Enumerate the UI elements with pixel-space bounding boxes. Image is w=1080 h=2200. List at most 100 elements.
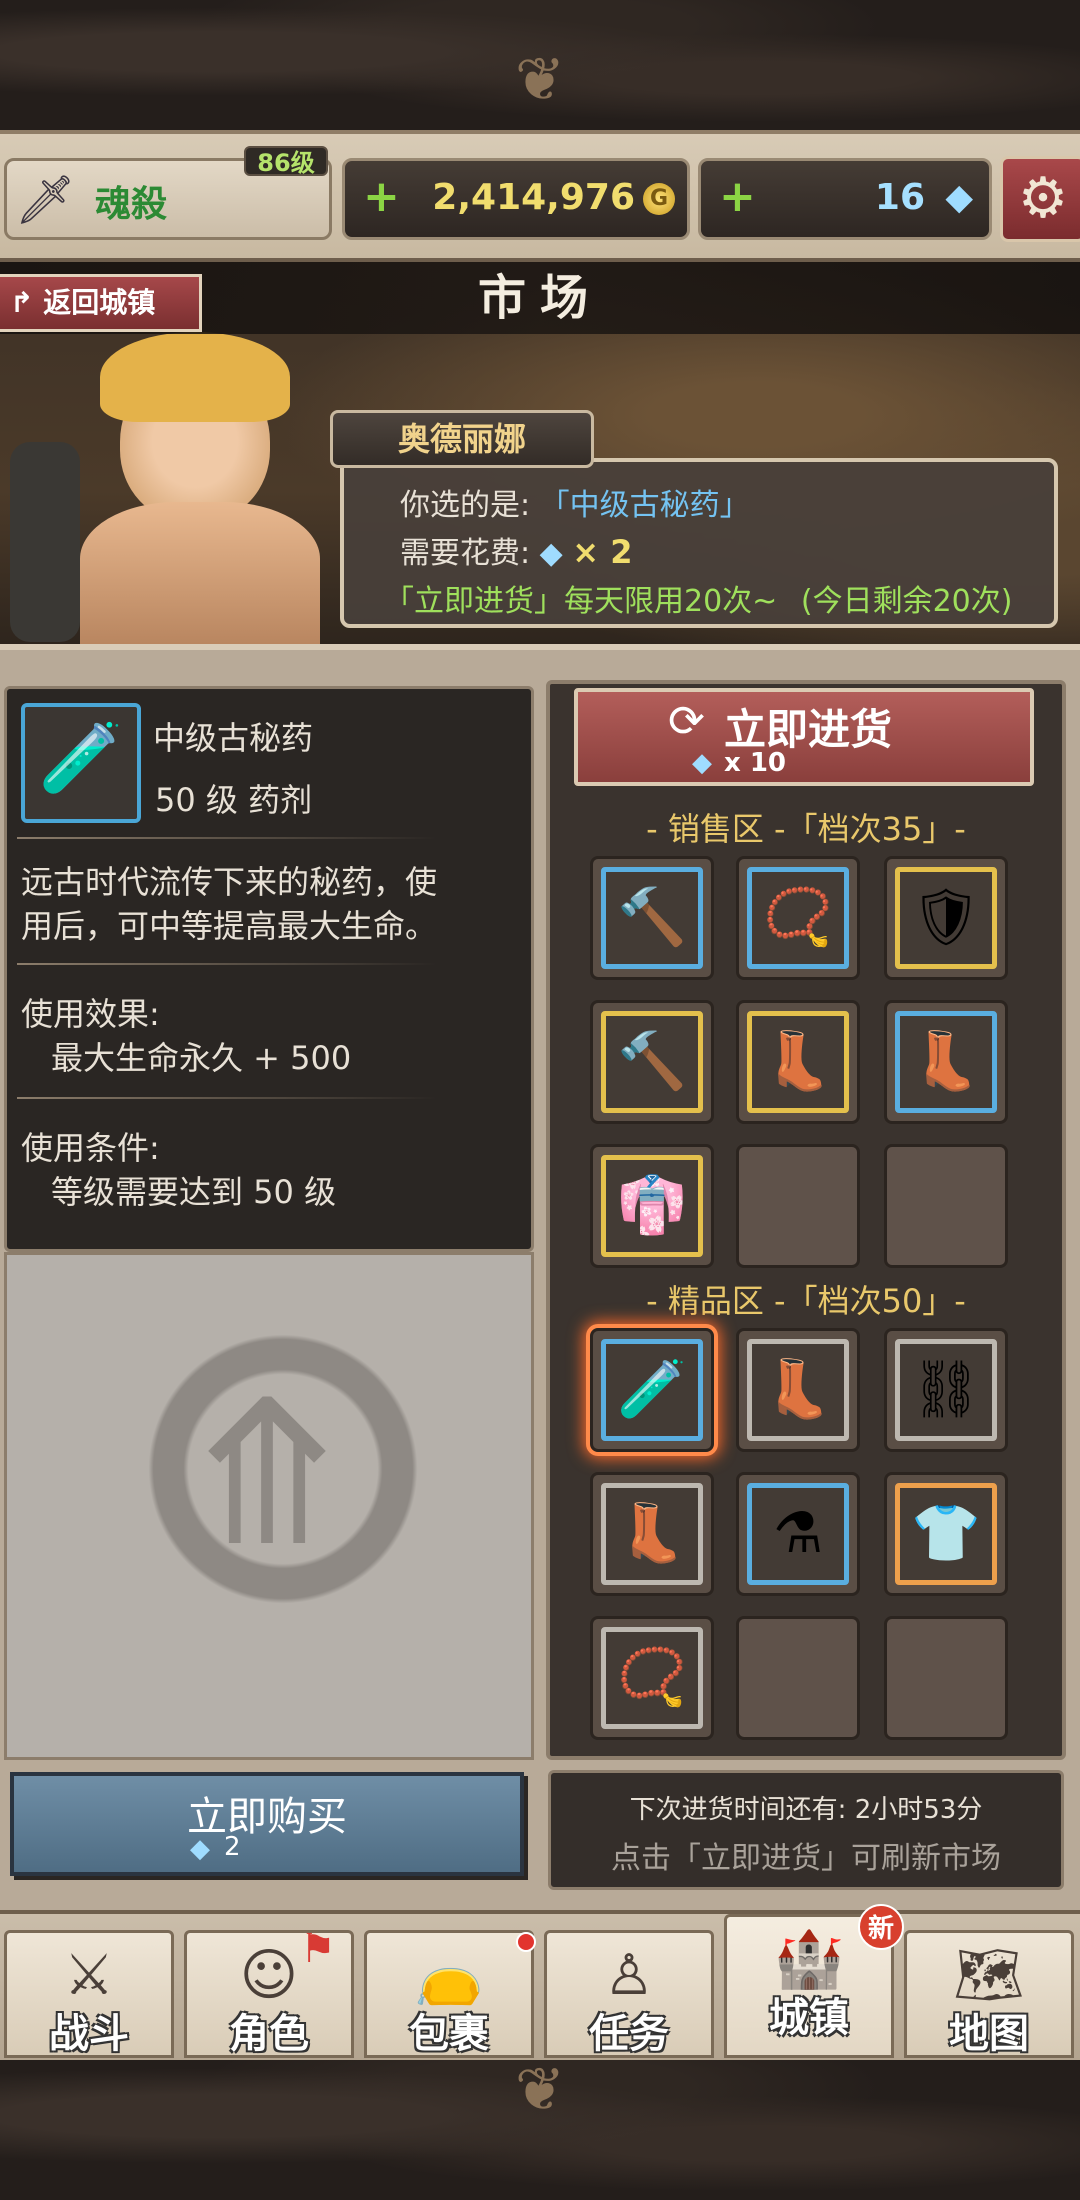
player-level-badge: 86级 — [244, 146, 328, 177]
crossed-swords-icon: ⚔ — [63, 1943, 115, 2008]
potion-red-icon: 🧪 — [21, 703, 141, 823]
premium-item-slot[interactable]: 🧪 — [590, 1328, 714, 1452]
gem-icon: ◆ — [945, 177, 973, 218]
player-name: 魂殺 — [95, 184, 168, 225]
top-ornament: ❦ — [0, 0, 1080, 130]
nav-tab-quest-figure[interactable]: ♙ 任务 — [544, 1930, 714, 2058]
bottom-ornament: ❦ — [0, 2060, 1080, 2200]
premium-item-slot[interactable]: ⚗ — [736, 1472, 860, 1596]
buy-cost: 2 — [224, 1832, 241, 1862]
robe-icon: 👘 — [601, 1155, 703, 1257]
sale-item-slot[interactable]: 🛡 — [884, 856, 1008, 980]
gem-icon: ◆ — [692, 748, 712, 778]
gold-amount: 2,414,976 — [432, 177, 635, 218]
sale-item-slot[interactable]: 🔨 — [590, 1000, 714, 1124]
nav-tab-label: 任务 — [589, 2011, 669, 2057]
sale-item-slot[interactable]: 👢 — [884, 1000, 1008, 1124]
divider — [17, 1097, 437, 1099]
settings-gear-icon[interactable]: ⚙ — [1000, 156, 1080, 242]
divider — [17, 837, 437, 839]
back-to-town-button[interactable]: ↱ 返回城镇 — [0, 274, 202, 332]
effect-value: 最大生命永久 + 500 — [51, 1039, 352, 1077]
gem-counter[interactable]: + 16 ◆ — [698, 158, 992, 240]
filigree-icon: ❦ — [514, 2055, 566, 2125]
restock-limit-text: 「立即进货」每天限用20次~ — [384, 584, 778, 619]
cost-value: × 2 — [572, 533, 633, 571]
sale-item-slot[interactable]: 🔨 — [590, 856, 714, 980]
premium-item-slot[interactable]: 👢 — [736, 1328, 860, 1452]
back-label: 返回城镇 — [43, 286, 156, 319]
amulet-icon: 📿 — [601, 1627, 703, 1729]
notification-dot — [516, 1932, 536, 1952]
boots-icon: 👢 — [747, 1011, 849, 1113]
potion-brown-icon: ⚗ — [747, 1483, 849, 1585]
premium-item-slot[interactable]: 👢 — [590, 1472, 714, 1596]
selection-label: 你选的是: — [400, 488, 531, 523]
buy-now-button[interactable]: 立即购买 ◆ 2 — [10, 1772, 524, 1876]
sale-empty-slot — [736, 1144, 860, 1268]
dagger-icon: 🗡 — [15, 172, 76, 228]
gem-amount: 16 — [874, 177, 925, 218]
refresh-icon: ⟳ — [668, 696, 705, 747]
guild-emblem-icon: ⤊ — [107, 1325, 427, 1645]
refresh-hint: 点击「立即进货」可刷新市场 — [611, 1841, 1001, 1876]
add-gold-icon[interactable]: + — [363, 171, 400, 222]
boots-icon: 👢 — [747, 1339, 849, 1441]
item-description-line2: 用后，可中等提高最大生命。 — [21, 907, 438, 945]
boots-icon: 👢 — [601, 1483, 703, 1585]
nav-tab-crossed-swords[interactable]: ⚔ 战斗 — [4, 1930, 174, 2058]
premium-item-slot[interactable]: ⛓ — [884, 1328, 1008, 1452]
potion-red-icon: 🧪 — [601, 1339, 703, 1441]
boots-icon: 👢 — [895, 1011, 997, 1113]
gold-coin-icon: G — [643, 183, 675, 215]
premium-item-slot[interactable]: 👕 — [884, 1472, 1008, 1596]
item-name: 中级古秘药 — [153, 719, 314, 757]
shirt-icon: 👕 — [895, 1483, 997, 1585]
nav-tab-label: 包裹 — [409, 2011, 489, 2057]
amulet-icon: 📿 — [747, 867, 849, 969]
item-type: 50 级 药剂 — [155, 781, 313, 819]
filigree-icon: ❦ — [514, 45, 566, 115]
nav-tab-label: 城镇 — [769, 1995, 849, 2041]
cost-label: 需要花费: — [400, 536, 531, 571]
mace-icon: 🔨 — [601, 1011, 703, 1113]
mace-icon: 🔨 — [601, 867, 703, 969]
sale-zone-title: - 销售区 -「档次35」- — [646, 810, 966, 848]
item-description-line1: 远古时代流传下来的秘药，使 — [21, 863, 438, 901]
npc-dialog: 你选的是: 「中级古秘药」 需要花费: ◆ × 2 「立即进货」每天限用20次~… — [340, 458, 1058, 628]
restock-button[interactable]: ⟳ 立即进货 ◆ x 10 — [574, 688, 1034, 786]
premium-empty-slot — [884, 1616, 1008, 1740]
gem-icon: ◆ — [539, 536, 563, 571]
effect-title: 使用效果: — [21, 995, 160, 1033]
premium-zone-title: - 精品区 -「档次50」- — [646, 1282, 966, 1320]
condition-value: 等级需要达到 50 级 — [51, 1173, 337, 1211]
item-detail-panel: 🧪 中级古秘药 50 级 药剂 远古时代流传下来的秘药，使 用后，可中等提高最大… — [4, 686, 534, 1252]
sale-item-slot[interactable]: 👢 — [736, 1000, 860, 1124]
nav-tab-map[interactable]: 🗺 地图 — [904, 1930, 1074, 2058]
add-gem-icon[interactable]: + — [719, 171, 756, 222]
armor-icon: 🛡 — [895, 867, 997, 969]
divider — [17, 963, 437, 965]
npc-name: 奥德丽娜 — [330, 410, 594, 468]
timer-text: 下次进货时间还有: 2小时53分 — [629, 1795, 983, 1825]
buy-label: 立即购买 — [187, 1794, 347, 1840]
emblem-area: ⤊ — [4, 1252, 534, 1760]
quest-figure-icon: ♙ — [603, 1943, 655, 2008]
selection-value: 「中级古秘药」 — [539, 488, 750, 523]
nav-tab-bag[interactable]: 👝 包裹 — [364, 1930, 534, 2058]
sale-item-slot[interactable]: 📿 — [736, 856, 860, 980]
restock-cost: x 10 — [724, 748, 787, 778]
restock-remaining: (今日剩余20次) — [800, 584, 1013, 619]
gem-icon: ◆ — [190, 1834, 210, 1864]
gold-counter[interactable]: + 2,414,976 G — [342, 158, 690, 240]
restock-timer: 下次进货时间还有: 2小时53分 点击「立即进货」可刷新市场 — [548, 1770, 1064, 1890]
premium-item-slot[interactable]: 📿 — [590, 1616, 714, 1740]
premium-empty-slot — [736, 1616, 860, 1740]
condition-title: 使用条件: — [21, 1129, 160, 1167]
npc-portrait — [10, 322, 340, 644]
nav-tab-label: 战斗 — [49, 2011, 129, 2057]
belt-icon: ⛓ — [895, 1339, 997, 1441]
nav-tab-label: 角色 — [229, 2011, 309, 2057]
bag-icon: 👝 — [414, 1943, 484, 2008]
sale-item-slot[interactable]: 👘 — [590, 1144, 714, 1268]
